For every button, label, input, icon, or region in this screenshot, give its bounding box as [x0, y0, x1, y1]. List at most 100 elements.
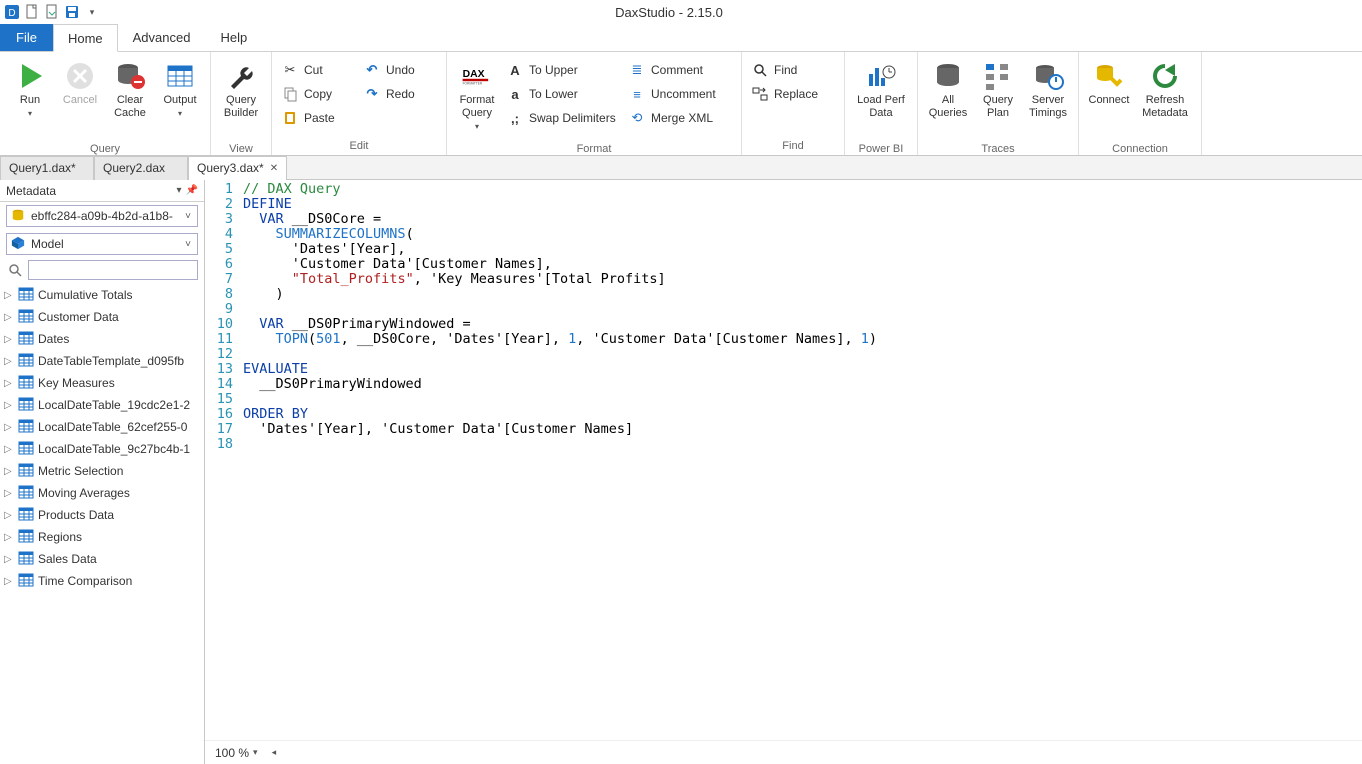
- tab-file[interactable]: File: [0, 24, 53, 51]
- search-icon: [752, 62, 768, 78]
- document-tab[interactable]: Query1.dax*: [0, 156, 94, 180]
- database-name: ebffc284-a09b-4b2d-a1b8-: [31, 209, 193, 223]
- code-editor[interactable]: 123456789101112131415161718 // DAX Query…: [205, 180, 1362, 740]
- table-name: Metric Selection: [38, 464, 123, 478]
- expand-icon[interactable]: ▷: [4, 466, 14, 477]
- table-icon: [18, 484, 34, 503]
- group-find: Find Replace Find: [742, 52, 845, 155]
- table-node[interactable]: ▷ LocalDateTable_9c27bc4b-1: [0, 438, 204, 460]
- expand-icon[interactable]: ▷: [4, 334, 14, 345]
- expand-icon[interactable]: ▷: [4, 488, 14, 499]
- wrench-icon: [225, 60, 257, 92]
- expand-icon[interactable]: ▷: [4, 532, 14, 543]
- table-node[interactable]: ▷ DateTableTemplate_d095fb: [0, 350, 204, 372]
- table-node[interactable]: ▷ Moving Averages: [0, 482, 204, 504]
- table-node[interactable]: ▷ Products Data: [0, 504, 204, 526]
- tab-help[interactable]: Help: [205, 24, 262, 51]
- refresh-metadata-button[interactable]: Refresh Metadata: [1135, 56, 1195, 136]
- document-tab[interactable]: Query3.dax*✕: [188, 156, 287, 180]
- uncomment-button[interactable]: ≡Uncomment: [625, 82, 735, 106]
- table-node[interactable]: ▷ Customer Data: [0, 306, 204, 328]
- output-button[interactable]: Output ▾: [156, 56, 204, 136]
- load-perf-button[interactable]: Load Perf Data: [851, 56, 911, 136]
- expand-icon[interactable]: ▷: [4, 576, 14, 587]
- expand-icon[interactable]: ▷: [4, 422, 14, 433]
- panel-dropdown-icon[interactable]: ▾: [177, 185, 182, 196]
- qat-dropdown-icon[interactable]: ▾: [84, 4, 100, 20]
- table-name: Moving Averages: [38, 486, 130, 500]
- cube-icon: [11, 236, 25, 253]
- expand-icon[interactable]: ▷: [4, 356, 14, 367]
- copy-button[interactable]: Copy: [278, 82, 358, 106]
- model-selector[interactable]: Model ˅: [6, 233, 198, 255]
- lower-icon: a: [507, 86, 523, 102]
- expand-icon[interactable]: ▷: [4, 400, 14, 411]
- comment-button[interactable]: ≣Comment: [625, 58, 735, 82]
- replace-button[interactable]: Replace: [748, 82, 838, 106]
- metadata-search-input[interactable]: [28, 260, 198, 280]
- tab-advanced[interactable]: Advanced: [118, 24, 206, 51]
- redo-button[interactable]: ↷Redo: [360, 82, 440, 106]
- save-icon[interactable]: [64, 4, 80, 20]
- table-node[interactable]: ▷ LocalDateTable_19cdc2e1-2: [0, 394, 204, 416]
- table-node[interactable]: ▷ Dates: [0, 328, 204, 350]
- table-icon: [18, 396, 34, 415]
- pin-icon[interactable]: 📌: [186, 185, 198, 196]
- cancel-button[interactable]: Cancel: [56, 56, 104, 136]
- undo-button[interactable]: ↶Undo: [360, 58, 440, 82]
- close-icon[interactable]: ✕: [270, 163, 278, 174]
- document-tab-label: Query1.dax*: [9, 161, 76, 175]
- replace-icon: [752, 86, 768, 102]
- cut-button[interactable]: ✂Cut: [278, 58, 358, 82]
- run-button[interactable]: Run ▾: [6, 56, 54, 136]
- all-queries-button[interactable]: All Queries: [924, 56, 972, 136]
- database-clear-icon: [114, 60, 146, 92]
- database-selector[interactable]: ebffc284-a09b-4b2d-a1b8- ˅: [6, 205, 198, 227]
- clear-cache-button[interactable]: Clear Cache: [106, 56, 154, 136]
- to-lower-button[interactable]: aTo Lower: [503, 82, 623, 106]
- zoom-dropdown-icon[interactable]: ▾: [253, 747, 258, 758]
- paste-button[interactable]: Paste: [278, 106, 358, 130]
- table-node[interactable]: ▷ Regions: [0, 526, 204, 548]
- metadata-tree[interactable]: ▷ Cumulative Totals▷ Customer Data▷ Date…: [0, 282, 204, 764]
- table-icon: [18, 440, 34, 459]
- title-bar: D ▾ DaxStudio - 2.15.0: [0, 0, 1362, 24]
- merge-xml-button[interactable]: ⟲Merge XML: [625, 106, 735, 130]
- connect-button[interactable]: Connect: [1085, 56, 1133, 136]
- expand-icon[interactable]: ▷: [4, 290, 14, 301]
- table-name: Products Data: [38, 508, 114, 522]
- table-name: DateTableTemplate_d095fb: [38, 354, 184, 368]
- server-timings-button[interactable]: Server Timings: [1024, 56, 1072, 136]
- expand-icon[interactable]: ▷: [4, 510, 14, 521]
- table-node[interactable]: ▷ LocalDateTable_62cef255-0: [0, 416, 204, 438]
- code-content[interactable]: // DAX QueryDEFINE VAR __DS0Core = SUMMA…: [239, 182, 1362, 740]
- format-query-button[interactable]: DAXFORMATTER Format Query ▾: [453, 56, 501, 136]
- document-tab[interactable]: Query2.dax: [94, 156, 188, 180]
- open-icon[interactable]: [44, 4, 60, 20]
- play-icon: [14, 60, 46, 92]
- table-node[interactable]: ▷ Cumulative Totals: [0, 284, 204, 306]
- expand-icon[interactable]: ▷: [4, 554, 14, 565]
- swap-delimiters-button[interactable]: ,;Swap Delimiters: [503, 106, 623, 130]
- table-node[interactable]: ▷ Metric Selection: [0, 460, 204, 482]
- uncomment-icon: ≡: [629, 86, 645, 102]
- table-node[interactable]: ▷ Time Comparison: [0, 570, 204, 592]
- query-plan-button[interactable]: Query Plan: [974, 56, 1022, 136]
- table-node[interactable]: ▷ Key Measures: [0, 372, 204, 394]
- tab-home[interactable]: Home: [53, 24, 118, 52]
- expand-icon[interactable]: ▷: [4, 378, 14, 389]
- query-builder-button[interactable]: Query Builder: [217, 56, 265, 136]
- to-upper-button[interactable]: ATo Upper: [503, 58, 623, 82]
- document-tabs: Query1.dax* Query2.daxQuery3.dax*✕: [0, 156, 1362, 180]
- table-name: LocalDateTable_9c27bc4b-1: [38, 442, 190, 456]
- xml-icon: ⟲: [629, 110, 645, 126]
- zoom-level[interactable]: 100 %: [215, 746, 249, 760]
- expand-icon[interactable]: ▷: [4, 444, 14, 455]
- new-doc-icon[interactable]: [24, 4, 40, 20]
- table-icon: [18, 330, 34, 349]
- expand-icon[interactable]: ▷: [4, 312, 14, 323]
- metadata-panel: Metadata ▾ 📌 ebffc284-a09b-4b2d-a1b8- ˅ …: [0, 180, 205, 764]
- scroll-left-icon[interactable]: ◂: [272, 747, 277, 758]
- table-node[interactable]: ▷ Sales Data: [0, 548, 204, 570]
- find-button[interactable]: Find: [748, 58, 838, 82]
